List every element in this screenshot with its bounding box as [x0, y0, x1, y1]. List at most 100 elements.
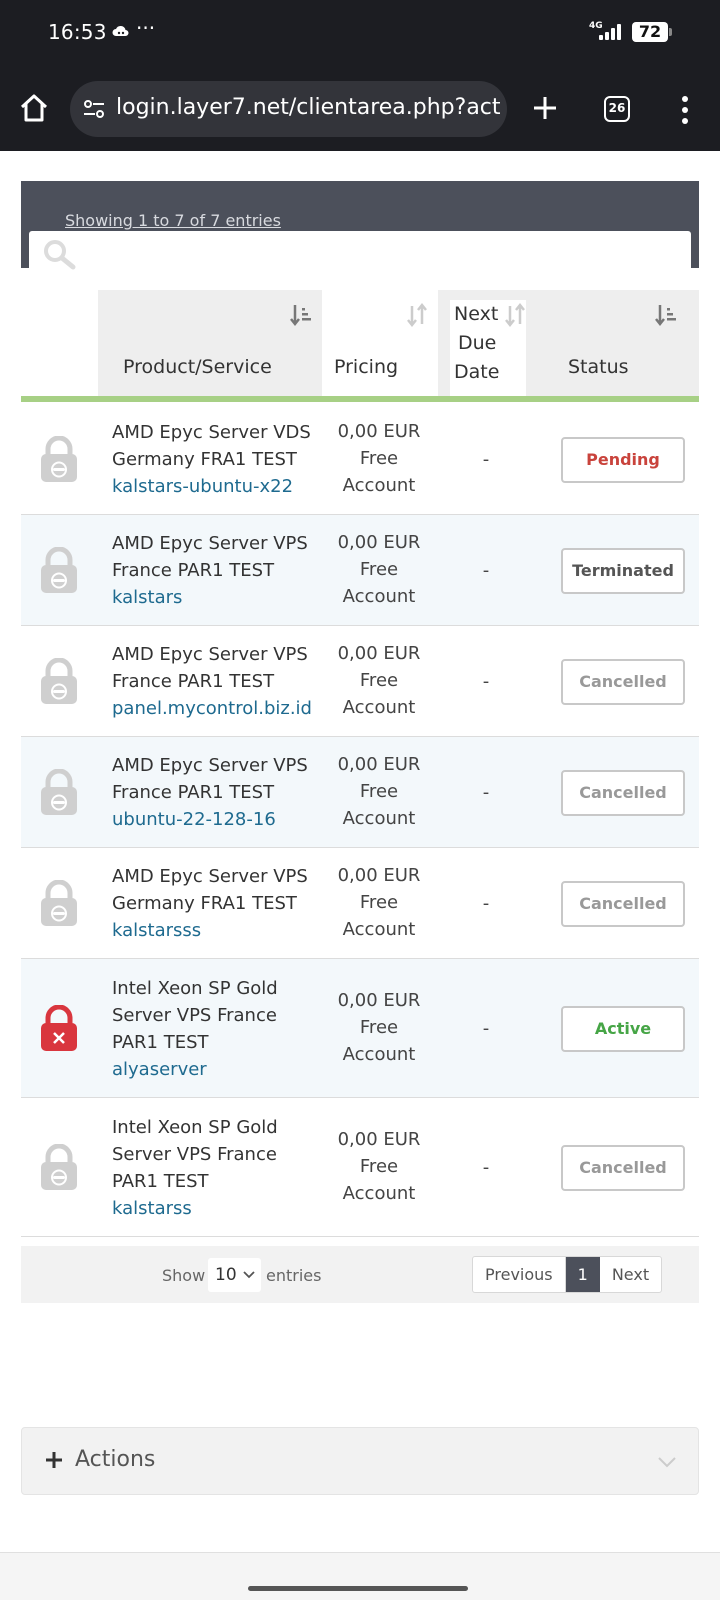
- next-due-cell: -: [482, 892, 490, 914]
- product-name-line: Germany FRA1 TEST: [112, 893, 297, 914]
- service-domain-link[interactable]: ubuntu-22-128-16: [112, 806, 327, 833]
- browser-menu-icon[interactable]: [680, 96, 690, 124]
- product-name-line: Intel Xeon SP Gold: [112, 977, 278, 999]
- column-product-label: Product/Service: [123, 356, 272, 378]
- table-row[interactable]: AMD Epyc Server VPS Germany FRA1 TEST kals…: [21, 848, 699, 959]
- column-status-label: Status: [568, 356, 629, 378]
- lock-grey-icon: [41, 879, 77, 926]
- table-footer: Show 10 entries Previous 1 Next: [21, 1246, 699, 1303]
- column-next-due[interactable]: Next Due Date: [438, 290, 537, 396]
- table-row[interactable]: AMD Epyc Server VDS Germany FRA1 TEST kals…: [21, 404, 699, 515]
- product-cell[interactable]: AMD Epyc Server VPS Germany FRA1 TEST kals…: [112, 863, 327, 944]
- product-name-line: AMD Epyc Server VPS: [112, 755, 308, 776]
- product-cell[interactable]: AMD Epyc Server VPS France PAR1 TEST panel…: [112, 641, 327, 722]
- url-text[interactable]: login.layer7.net/clientarea.php?actio: [116, 95, 500, 125]
- chevron-down-icon: [658, 1457, 676, 1468]
- show-label: Show: [162, 1266, 206, 1285]
- status-badge[interactable]: Pending: [561, 436, 685, 483]
- table-row[interactable]: Intel Xeon SP Gold Server VPS France PAR1 …: [21, 959, 699, 1098]
- price-amount: 0,00 EUR: [337, 989, 421, 1011]
- service-domain-link[interactable]: panel.mycontrol.biz.id: [112, 695, 327, 722]
- service-domain-link[interactable]: kalstarsss: [112, 917, 327, 944]
- sort-both-icon: [407, 302, 427, 328]
- price-amount: 0,00 EUR: [337, 642, 421, 664]
- site-settings-icon[interactable]: [82, 97, 106, 121]
- service-domain-link[interactable]: alyaserver: [112, 1056, 327, 1083]
- next-due-cell: -: [482, 1017, 490, 1039]
- price-cycle: Account: [342, 1182, 416, 1204]
- tab-switcher-icon[interactable]: 26: [604, 96, 630, 122]
- price-amount: 0,00 EUR: [337, 864, 421, 886]
- pagination: Previous 1 Next: [472, 1256, 663, 1293]
- column-pricing[interactable]: Pricing: [322, 290, 438, 396]
- status-badge[interactable]: Terminated: [561, 547, 685, 594]
- battery-icon: 72: [632, 22, 672, 42]
- header-underline: [21, 396, 699, 402]
- service-domain-link[interactable]: kalstars-ubuntu-x22: [112, 473, 327, 500]
- column-product[interactable]: Product/Service: [98, 290, 322, 396]
- price-amount: 0,00 EUR: [337, 420, 421, 442]
- actions-label: Actions: [75, 1447, 156, 1472]
- status-badge[interactable]: Cancelled: [561, 1144, 685, 1191]
- page-1-button[interactable]: 1: [565, 1257, 600, 1292]
- home-icon[interactable]: [18, 92, 50, 124]
- product-name-line: Server VPS France: [112, 1143, 277, 1165]
- actions-panel[interactable]: Actions: [21, 1427, 699, 1495]
- pricing-cell: 0,00 EUR Free Account: [321, 987, 437, 1068]
- price-cycle: Account: [342, 585, 416, 607]
- entries-info: Showing 1 to 7 of 7 entries: [65, 211, 281, 230]
- next-due-line-3: Date: [454, 361, 500, 383]
- page-size-select[interactable]: 10: [208, 1258, 261, 1292]
- product-name-line: Server VPS France: [112, 1004, 277, 1026]
- search-input[interactable]: [29, 231, 691, 271]
- next-button[interactable]: Next: [600, 1257, 661, 1292]
- address-bar[interactable]: login.layer7.net/clientarea.php?actio: [70, 81, 507, 137]
- pricing-cell: 0,00 EUR Free Account: [321, 640, 437, 721]
- sort-both-icon: [505, 302, 525, 328]
- table-row[interactable]: Intel Xeon SP Gold Server VPS France PAR1 …: [21, 1098, 699, 1237]
- product-cell[interactable]: AMD Epyc Server VPS France PAR1 TEST kalst…: [112, 530, 327, 611]
- status-badge[interactable]: Cancelled: [561, 880, 685, 927]
- entries-label: entries: [266, 1266, 322, 1285]
- more-notifications: ···: [136, 16, 156, 40]
- product-name-line: AMD Epyc Server VDS: [112, 422, 311, 443]
- product-cell[interactable]: Intel Xeon SP Gold Server VPS France PAR1 …: [112, 1114, 327, 1222]
- product-cell[interactable]: AMD Epyc Server VPS France PAR1 TEST ubunt…: [112, 752, 327, 833]
- sort-desc-icon: [655, 305, 676, 327]
- price-cycle: Account: [342, 474, 416, 496]
- status-badge[interactable]: Active: [561, 1005, 685, 1052]
- price-amount: 0,00 EUR: [337, 531, 421, 553]
- price-cycle: Free: [359, 1016, 399, 1038]
- lock-grey-icon: [41, 546, 77, 593]
- product-cell[interactable]: AMD Epyc Server VDS Germany FRA1 TEST kals…: [112, 419, 327, 500]
- home-gesture-handle[interactable]: [248, 1586, 468, 1591]
- price-cycle: Free: [359, 558, 399, 580]
- column-status[interactable]: Status: [537, 290, 699, 396]
- price-cycle: Account: [342, 918, 416, 940]
- service-domain-link[interactable]: kalstars: [112, 584, 327, 611]
- status-time: 16:53: [48, 20, 107, 44]
- product-name-line: AMD Epyc Server VPS: [112, 533, 308, 554]
- status-bar: 16:53 ··· 4G 72: [0, 0, 720, 66]
- pricing-cell: 0,00 EUR Free Account: [321, 862, 437, 943]
- chevron-down-icon: [243, 1271, 255, 1279]
- table-row[interactable]: AMD Epyc Server VPS France PAR1 TEST ubunt…: [21, 737, 699, 848]
- product-name-line: France PAR1 TEST: [112, 782, 275, 803]
- product-name-line: AMD Epyc Server VPS: [112, 644, 308, 665]
- product-cell[interactable]: Intel Xeon SP Gold Server VPS France PAR1 …: [112, 975, 327, 1083]
- plus-icon: [46, 1452, 62, 1468]
- price-amount: 0,00 EUR: [337, 1128, 421, 1150]
- next-due-cell: -: [482, 1156, 490, 1178]
- product-name-line: PAR1 TEST: [112, 1170, 209, 1192]
- price-cycle: Account: [342, 807, 416, 829]
- price-cycle: Free: [359, 1155, 399, 1177]
- new-tab-icon[interactable]: [530, 93, 560, 123]
- table-column-headers: Product/Service Pricing Next Due Date St…: [21, 290, 699, 402]
- service-domain-link[interactable]: kalstarss: [112, 1195, 327, 1222]
- previous-button[interactable]: Previous: [473, 1257, 566, 1292]
- table-row[interactable]: AMD Epyc Server VPS France PAR1 TEST panel…: [21, 626, 699, 737]
- status-badge[interactable]: Cancelled: [561, 658, 685, 705]
- status-badge[interactable]: Cancelled: [561, 769, 685, 816]
- table-row[interactable]: AMD Epyc Server VPS France PAR1 TEST kalst…: [21, 515, 699, 626]
- next-due-cell: -: [482, 781, 490, 803]
